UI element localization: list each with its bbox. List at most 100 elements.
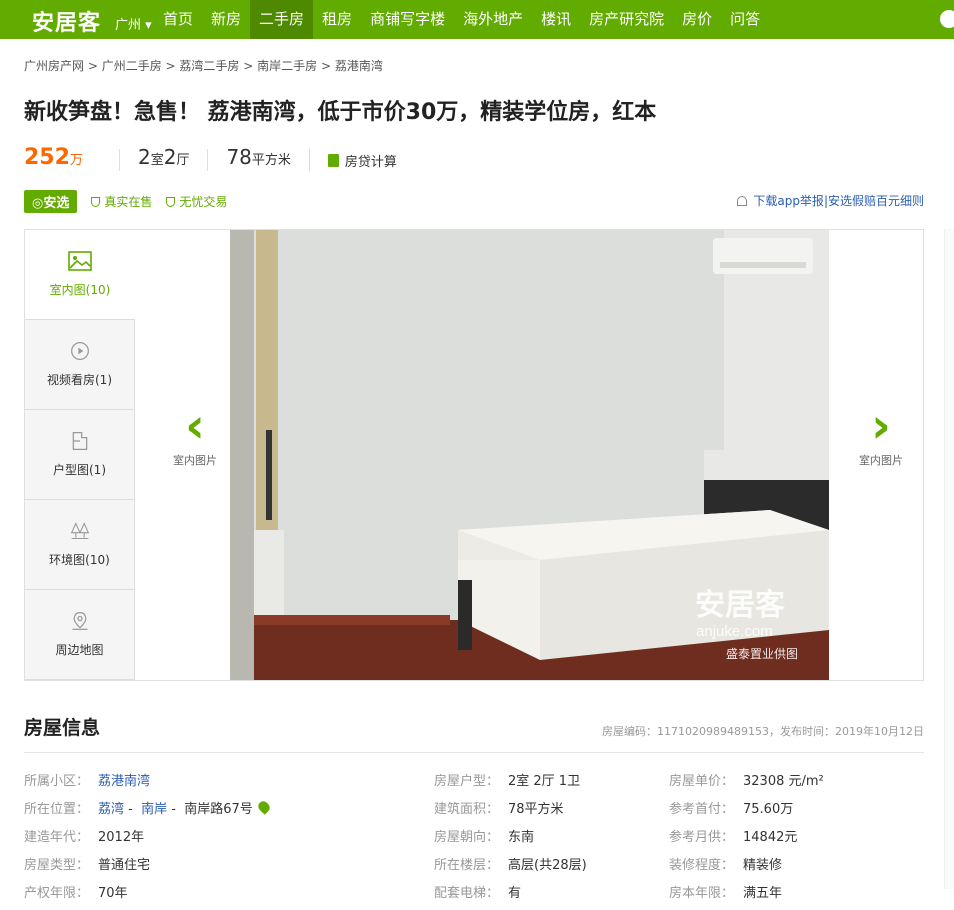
info-label: 房本年限： bbox=[669, 886, 735, 901]
breadcrumb-link[interactable]: 广州二手房 bbox=[102, 59, 162, 73]
report-links: 下载app举报 | 安选假赔百元细则 bbox=[737, 192, 924, 209]
info-value: 精装修 bbox=[743, 858, 783, 873]
bell-icon bbox=[737, 195, 748, 206]
site-logo[interactable]: 安居客 bbox=[32, 5, 101, 37]
trees-icon bbox=[70, 522, 89, 540]
info-label: 房屋类型： bbox=[24, 858, 90, 873]
nav-new-homes[interactable]: 新房 bbox=[202, 0, 250, 39]
photo-gallery: 室内图(10) 视频看房(1) 户型图(1) 环境图(10) 周边地图 ‹ 室内… bbox=[24, 229, 924, 681]
area-link[interactable]: 南岸 bbox=[141, 802, 167, 817]
info-label: 所在位置： bbox=[24, 802, 90, 817]
info-label: 参考首付： bbox=[669, 802, 735, 817]
breadcrumb: 广州房产网 > 广州二手房 > 荔湾二手房 > 南岸二手房 > 荔港南湾 bbox=[24, 59, 383, 73]
listing-title: 新收笋盘！急售！ 荔港南湾，低于市价30万，精装学位房，红本 bbox=[24, 100, 657, 125]
map-pin-icon bbox=[72, 612, 87, 630]
watermark-domain: anjuke.com bbox=[696, 623, 773, 640]
nav-second-hand[interactable]: 二手房 bbox=[250, 0, 314, 39]
rooms-unit: 室 bbox=[150, 153, 164, 168]
bedroom-photo-illustration: 安居客 anjuke.com 盛泰置业供图 bbox=[230, 230, 829, 680]
info-value: 75.60万 bbox=[743, 802, 794, 817]
info-value: 2012年 bbox=[98, 830, 145, 845]
info-label: 房屋朝向： bbox=[434, 830, 500, 845]
mortgage-calculator-link[interactable]: 房贷计算 bbox=[327, 151, 397, 170]
chevron-left-icon: ‹ bbox=[185, 398, 205, 454]
tab-label: 视频看房(1) bbox=[47, 373, 112, 387]
tab-environment[interactable]: 环境图(10) bbox=[25, 500, 135, 590]
listing-summary: 252 万 2 室 2 厅 78 平方米 房贷计算 bbox=[24, 145, 397, 175]
watermark-brand: 安居客 bbox=[695, 588, 785, 622]
anxuan-badge[interactable]: ◎安选 bbox=[24, 190, 78, 213]
info-value: 32308 元/m² bbox=[743, 774, 824, 789]
breadcrumb-link[interactable]: 荔港南湾 bbox=[335, 59, 383, 73]
house-info-header: 房屋信息 房屋编码：1171020989489153，发布时间：2019年10月… bbox=[24, 713, 924, 753]
info-value: 普通住宅 bbox=[98, 858, 151, 873]
chevron-right-icon: › bbox=[871, 398, 891, 454]
info-label: 房屋单价： bbox=[669, 774, 735, 789]
info-label: 建筑面积： bbox=[434, 802, 500, 817]
info-row: 建造年代： 2012年 房屋朝向： 东南 参考月供： 14842元 bbox=[24, 826, 924, 854]
city-selector[interactable]: 广州 ▾ bbox=[115, 14, 152, 33]
nav-qa[interactable]: 问答 bbox=[721, 0, 769, 39]
worry-free-badge: 无忧交易 bbox=[166, 193, 227, 210]
shield-icon bbox=[91, 196, 101, 207]
breadcrumb-link[interactable]: 广州房产网 bbox=[24, 59, 84, 73]
info-value: 78平方米 bbox=[508, 802, 564, 817]
main-nav: 首页 新房 二手房 租房 商铺写字楼 海外地产 楼讯 房产研究院 房价 问答 bbox=[154, 0, 769, 39]
prev-photo-button[interactable]: ‹ 室内图片 bbox=[165, 400, 225, 468]
shield-icon bbox=[166, 196, 176, 207]
video-icon bbox=[70, 342, 89, 360]
prev-label: 室内图片 bbox=[173, 454, 217, 467]
street-address: 南岸路67号 bbox=[184, 802, 253, 817]
price-value: 252 bbox=[24, 145, 70, 170]
floorplan-icon bbox=[72, 432, 87, 450]
info-label: 所属小区： bbox=[24, 774, 90, 789]
divider bbox=[207, 149, 209, 171]
breadcrumb-link[interactable]: 荔湾二手房 bbox=[179, 59, 239, 73]
nav-overseas[interactable]: 海外地产 bbox=[454, 0, 532, 39]
info-label: 所在楼层： bbox=[434, 858, 500, 873]
tab-floorplan[interactable]: 户型图(1) bbox=[25, 410, 135, 500]
image-icon bbox=[68, 251, 92, 271]
info-value: 2室 2厅 1卫 bbox=[508, 774, 581, 789]
info-row: 房屋类型： 普通住宅 所在楼层： 高层(共28层) 装修程度： 精装修 bbox=[24, 854, 924, 882]
nav-rent[interactable]: 租房 bbox=[313, 0, 361, 39]
user-icon[interactable] bbox=[940, 10, 954, 28]
tab-label: 室内图(10) bbox=[49, 283, 111, 297]
divider bbox=[308, 149, 310, 171]
tab-surrounding-map[interactable]: 周边地图 bbox=[25, 590, 135, 680]
next-label: 室内图片 bbox=[859, 454, 903, 467]
report-link[interactable]: 下载app举报 bbox=[753, 192, 824, 209]
info-label: 装修程度： bbox=[669, 858, 735, 873]
main-photo[interactable]: 安居客 anjuke.com 盛泰置业供图 bbox=[230, 230, 829, 680]
calculator-icon bbox=[327, 153, 339, 167]
info-label: 参考月供： bbox=[669, 830, 735, 845]
nav-news[interactable]: 楼讯 bbox=[532, 0, 580, 39]
tab-interior-photos[interactable]: 室内图(10) bbox=[25, 230, 135, 320]
nav-price[interactable]: 房价 bbox=[673, 0, 721, 39]
nav-commercial[interactable]: 商铺写字楼 bbox=[361, 0, 454, 39]
tab-video-tour[interactable]: 视频看房(1) bbox=[25, 320, 135, 410]
info-row: 产权年限： 70年 配套电梯： 有 房本年限： 满五年 bbox=[24, 882, 924, 910]
price-unit: 万 bbox=[69, 153, 83, 168]
halls-count: 2 bbox=[163, 145, 177, 169]
map-pin-icon[interactable] bbox=[255, 799, 272, 815]
breadcrumb-link[interactable]: 南岸二手房 bbox=[257, 59, 317, 73]
info-label: 房屋户型： bbox=[434, 774, 500, 789]
community-link[interactable]: 荔港南湾 bbox=[98, 774, 150, 789]
info-value: 高层(共28层) bbox=[508, 858, 587, 873]
compensation-rules-link[interactable]: 安选假赔百元细则 bbox=[828, 192, 924, 209]
rooms-count: 2 bbox=[137, 145, 151, 169]
nav-home[interactable]: 首页 bbox=[154, 0, 202, 39]
house-info-table: 所属小区： 荔港南湾 房屋户型： 2室 2厅 1卫 房屋单价： 32308 元/m² … bbox=[24, 770, 924, 910]
listing-meta: 房屋编码：1171020989489153，发布时间：2019年10月12日 bbox=[602, 725, 924, 738]
info-value: 东南 bbox=[508, 830, 535, 845]
district-link[interactable]: 荔湾 bbox=[98, 802, 124, 817]
info-row: 所属小区： 荔港南湾 房屋户型： 2室 2厅 1卫 房屋单价： 32308 元/m² bbox=[24, 770, 924, 798]
halls-unit: 厅 bbox=[176, 153, 190, 168]
tab-label: 户型图(1) bbox=[53, 463, 106, 477]
next-photo-button[interactable]: › 室内图片 bbox=[851, 400, 911, 468]
info-value: 70年 bbox=[98, 886, 128, 901]
real-listing-badge: 真实在售 bbox=[91, 193, 152, 210]
nav-research[interactable]: 房产研究院 bbox=[580, 0, 673, 39]
area-unit: 平方米 bbox=[251, 153, 291, 168]
